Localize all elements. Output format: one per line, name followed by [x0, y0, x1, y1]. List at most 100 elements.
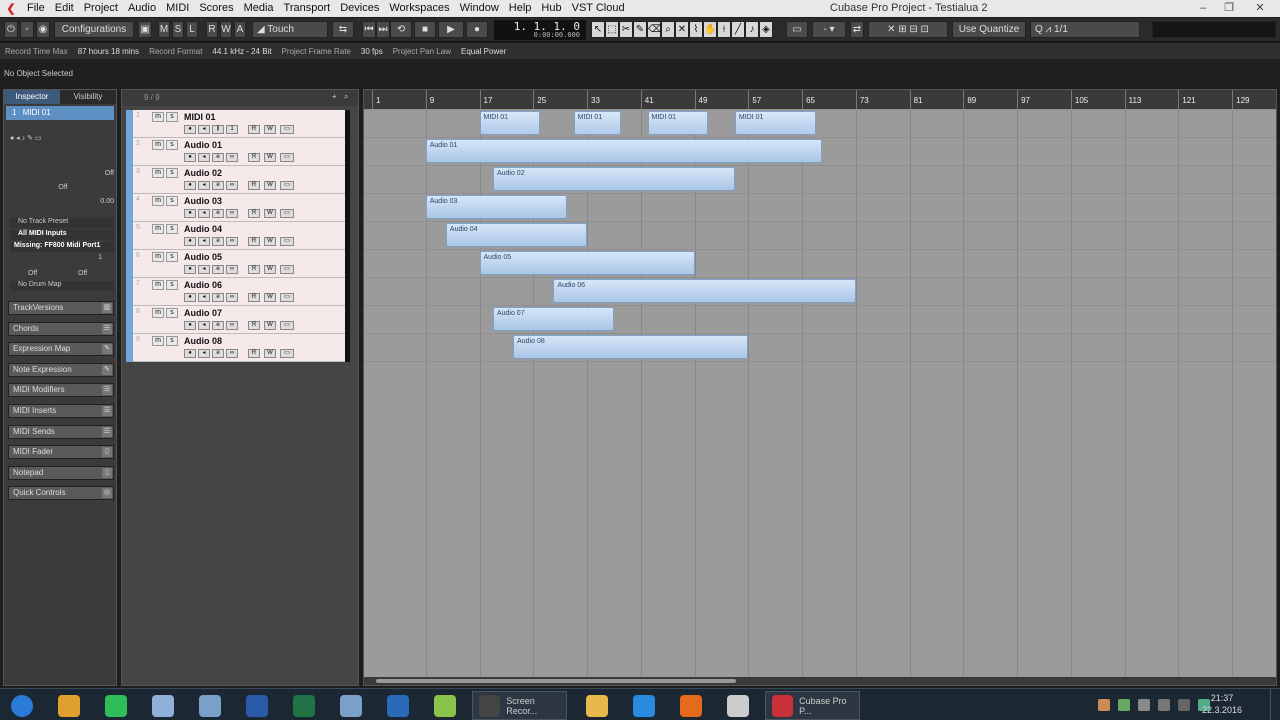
pan-field[interactable]: Off [12, 184, 114, 194]
link-icon[interactable]: ∞ [226, 209, 238, 218]
audio-event[interactable]: Audio 07 [492, 307, 614, 331]
track-row[interactable]: 1 m s MIDI 01 ● ◂ ⫼ 1 R W ▭ [126, 110, 350, 138]
taskbar-firefox-icon[interactable] [671, 691, 711, 720]
toolbar-s-button[interactable]: S [172, 21, 184, 38]
menu-audio[interactable]: Audio [123, 0, 161, 17]
folder-icon[interactable]: ▭ [280, 153, 294, 162]
toolbar-a-button[interactable]: A [234, 21, 246, 38]
link-icon[interactable]: ∞ [226, 181, 238, 190]
write-button[interactable]: W [264, 349, 276, 358]
search-icon[interactable]: ⌕ [344, 92, 348, 102]
track-row[interactable]: 9 m s Audio 08 ● ◂ e ∞ R W ▭ [126, 334, 350, 362]
folder-icon[interactable]: ▭ [280, 125, 294, 134]
mute-button[interactable]: m [152, 112, 164, 122]
lanes-icon[interactable]: ⫼ [212, 125, 224, 134]
drum-map-select[interactable]: No Drum Map [10, 281, 114, 291]
track-row[interactable]: 3 m s Audio 02 ● ◂ e ∞ R W ▭ [126, 166, 350, 194]
track-name[interactable]: Audio 05 [184, 252, 222, 262]
monitor-icon[interactable]: ◂ [198, 209, 210, 218]
delay-field[interactable]: 0.00 [12, 198, 114, 208]
track-name[interactable]: Audio 07 [184, 308, 222, 318]
configurations-button[interactable]: Configurations [54, 21, 134, 38]
read-button[interactable]: R [248, 181, 260, 190]
track-name[interactable]: Audio 04 [184, 224, 222, 234]
section-midi-inserts-icon[interactable]: ☰ [102, 406, 112, 416]
taskbar-cubase-icon[interactable]: Cubase Pro P... [765, 691, 860, 720]
record-format-value[interactable]: 44.1 kHz - 24 Bit [207, 47, 276, 56]
track-row[interactable]: 2 m s Audio 01 ● ◂ e ∞ R W ▭ [126, 138, 350, 166]
solo-button[interactable]: s [166, 168, 178, 178]
track-row[interactable]: 7 m s Audio 06 ● ◂ e ∞ R W ▭ [126, 278, 350, 306]
track-row[interactable]: 6 m s Audio 05 ● ◂ e ∞ R W ▭ [126, 250, 350, 278]
monitor-icon[interactable]: ◂ [198, 293, 210, 302]
record-enable-icon[interactable]: ● [184, 181, 196, 190]
mute-button[interactable]: m [152, 140, 164, 150]
track-name[interactable]: Audio 02 [184, 168, 222, 178]
show-desktop-button[interactable] [1270, 689, 1280, 720]
toolbar-m-button[interactable]: M [158, 21, 170, 38]
record-enable-icon[interactable]: ● [184, 293, 196, 302]
inspector-section-expression-map[interactable]: Expression Map ✎ [8, 342, 114, 357]
section-midi-modifiers-icon[interactable]: ☰ [102, 385, 112, 396]
time-warp-icon[interactable]: ⌇ [689, 21, 703, 38]
record-enable-icon[interactable]: ● [184, 265, 196, 274]
erase-icon[interactable]: ⌫ [647, 21, 662, 38]
folder-icon[interactable]: ▭ [280, 293, 294, 302]
monitor-icon[interactable]: ◂ [198, 321, 210, 330]
quantize-preset-select[interactable]: Q ⩘ 1/1 [1030, 21, 1140, 38]
solo-button[interactable]: s [166, 280, 178, 290]
activate-project-icon[interactable]: ⏻ [4, 21, 18, 38]
inspector-section-midi-inserts[interactable]: MIDI Inserts ☰ [8, 404, 114, 418]
edit-icon[interactable]: e [212, 265, 224, 274]
undo-icon[interactable]: ◦ [20, 21, 34, 38]
track-name[interactable]: MIDI 01 [184, 112, 216, 122]
taskbar-downloads-icon[interactable] [378, 691, 418, 720]
grid-type-select[interactable]: Use Quantize [952, 21, 1026, 38]
inspector-track-header[interactable]: 1 MIDI 01 [6, 106, 114, 120]
track-row[interactable]: 4 m s Audio 03 ● ◂ e ∞ R W ▭ [126, 194, 350, 222]
menu-workspaces[interactable]: Workspaces [384, 0, 454, 17]
tray-security-icon[interactable] [1118, 699, 1130, 711]
tray-flag-icon[interactable] [1178, 699, 1190, 711]
inspector-section-notepad[interactable]: Notepad ▯ [8, 465, 114, 480]
tray-app-icon[interactable] [1098, 699, 1110, 711]
menu-midi[interactable]: MIDI [161, 0, 194, 17]
solo-button[interactable]: s [166, 140, 178, 150]
mute-button[interactable]: m [152, 168, 164, 178]
inspector-section-chords[interactable]: Chords ☰ [8, 321, 114, 336]
track-preset-field[interactable]: No Track Preset [10, 218, 114, 228]
taskbar-ie-icon[interactable] [624, 691, 664, 720]
taskbar-start-icon[interactable] [2, 691, 42, 720]
write-button[interactable]: W [264, 153, 276, 162]
monitor-icon[interactable]: ◂ [198, 237, 210, 246]
solo-button[interactable]: s [166, 196, 178, 206]
zoom-select[interactable]: - ▾ [812, 21, 846, 38]
section-notepad-icon[interactable]: ▯ [102, 467, 112, 478]
draw-icon[interactable]: ✎ [633, 21, 647, 38]
write-button[interactable]: W [264, 265, 276, 274]
range-selection-icon[interactable]: ⬚ [605, 21, 619, 38]
write-button[interactable]: W [264, 209, 276, 218]
menu-file[interactable]: File [22, 0, 50, 17]
midi-part[interactable]: MIDI 01 [573, 111, 621, 135]
cubase-logo-icon[interactable]: ❮ [0, 0, 22, 17]
read-button[interactable]: R [248, 125, 260, 134]
inspector-section-quick-controls[interactable]: Quick Controls ◎ [8, 486, 114, 501]
comp-icon[interactable]: ⟊ [717, 21, 731, 38]
section-quick-controls-icon[interactable]: ◎ [102, 488, 112, 499]
audio-event[interactable]: Audio 05 [479, 251, 695, 275]
mute-tool-icon[interactable]: ✕ [675, 21, 689, 38]
mute-button[interactable]: m [152, 280, 164, 290]
inspector-section-midi-modifiers[interactable]: MIDI Modifiers ☰ [8, 383, 114, 398]
minimize-icon[interactable]: – [1190, 0, 1216, 17]
mute-button[interactable]: m [152, 224, 164, 234]
tray-device-icon[interactable] [1158, 699, 1170, 711]
audio-event[interactable]: Audio 02 [492, 167, 735, 191]
section-midi-fader-icon[interactable]: ▯ [102, 447, 112, 458]
menu-devices[interactable]: Devices [335, 0, 384, 17]
edit-icon[interactable]: e [212, 153, 224, 162]
link-icon[interactable]: ∞ [226, 153, 238, 162]
inspector-section-midi-fader[interactable]: MIDI Fader ▯ [8, 445, 114, 460]
menu-window[interactable]: Window [455, 0, 504, 17]
taskbar-paint-icon[interactable] [143, 691, 183, 720]
